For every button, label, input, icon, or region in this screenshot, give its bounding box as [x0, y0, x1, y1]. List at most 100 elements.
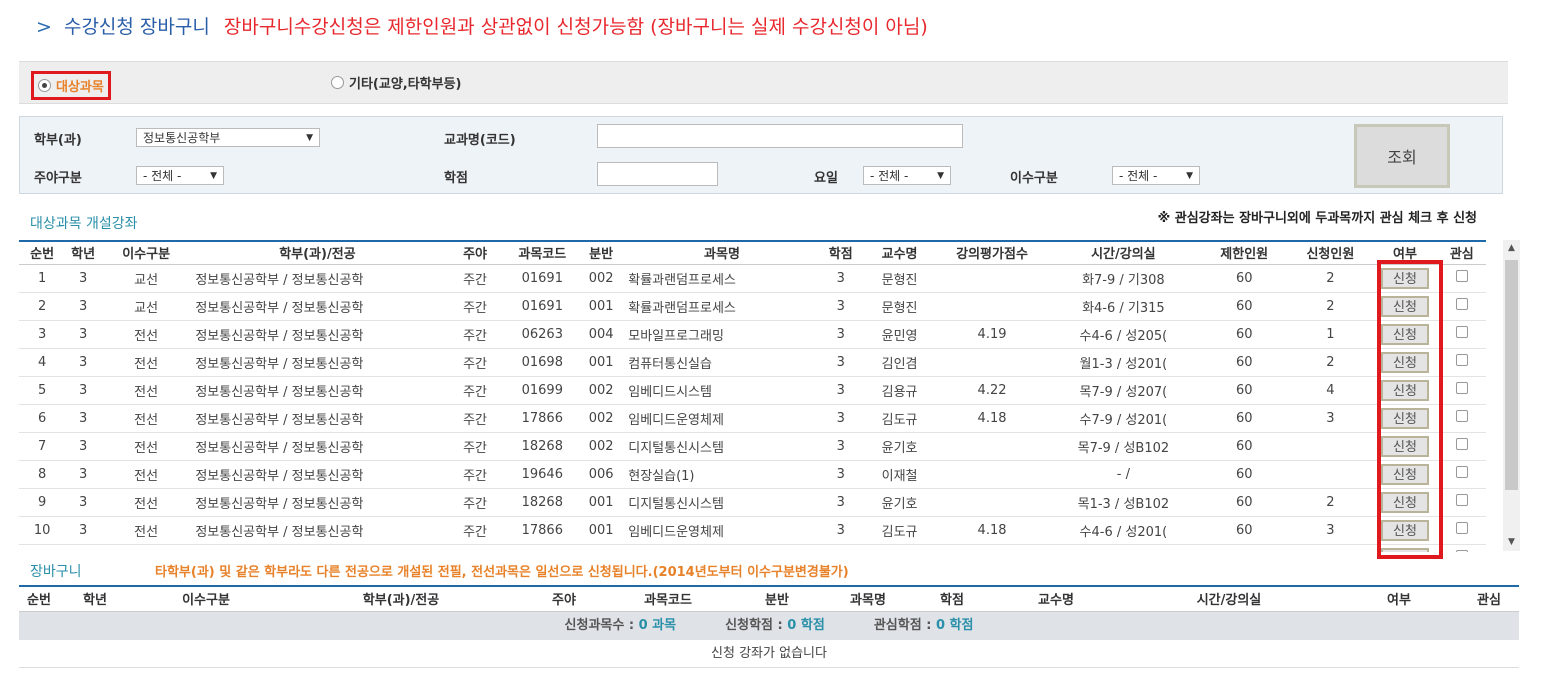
- course-row: 6 3 전선 정보통신공학부 / 정보통신공학 주간 17866 002 임베디드운영체제 3 김…: [19, 404, 1486, 433]
- course-header-cell: 여부: [1372, 242, 1438, 265]
- course-cell: 01691: [506, 264, 579, 293]
- course-header-cell: 교수명: [861, 242, 938, 265]
- course-cell: 004: [578, 320, 625, 349]
- apply-button[interactable]: 신청: [1380, 295, 1429, 317]
- course-cell: 2: [1288, 292, 1373, 321]
- chevron-down-icon: ▼: [1186, 170, 1193, 181]
- course-cell: 3: [819, 460, 862, 489]
- apply-button[interactable]: 신청: [1380, 547, 1429, 552]
- apply-cell: 신청: [1372, 544, 1438, 552]
- course-cell: 김용규: [861, 376, 938, 405]
- interest-checkbox[interactable]: [1455, 382, 1468, 394]
- interest-checkbox[interactable]: [1455, 494, 1468, 506]
- course-cell: [937, 488, 1047, 517]
- course-cell: 모바일프로그래밍: [624, 544, 820, 552]
- interest-cell: [1437, 376, 1486, 405]
- course-cell: 주간: [443, 376, 507, 405]
- dept-select-value: 정보통신공학부: [143, 131, 221, 145]
- course-cell: 2: [1288, 264, 1373, 293]
- course-cell: 4.18: [937, 516, 1047, 545]
- course-cell: 002: [578, 404, 625, 433]
- radio-selected-icon[interactable]: [38, 79, 51, 92]
- course-cell: 01699: [506, 376, 579, 405]
- chevron-right-icon: >: [36, 16, 52, 38]
- chevron-down-icon: ▼: [937, 170, 944, 181]
- course-table: 순번 학년 이수구분 학부(과)/전공 주야 과목코드 분반 과목명 학점 교수명 강의평가점수 시간…: [19, 242, 1486, 552]
- interest-checkbox[interactable]: [1455, 298, 1468, 310]
- course-cell: 60: [1200, 460, 1289, 489]
- page-title: > 수강신청 장바구니 장바구니수강신청은 제한인원과 상관없이 신청가능함 (…: [36, 12, 928, 39]
- apply-button[interactable]: 신청: [1380, 519, 1429, 541]
- course-cell: 목7-9 / 성B102: [1046, 432, 1201, 461]
- apply-cell: 신청: [1372, 488, 1438, 517]
- cart-grid: 순번 학년 이수구분 학부(과)/전공 주야 과목코드 분반 과목명 학점 교수명 시간/강의실 여부…: [19, 585, 1519, 668]
- course-header-cell: 학부(과)/전공: [191, 242, 444, 265]
- scroll-down-icon[interactable]: ▼: [1503, 534, 1520, 551]
- course-cell: 주간: [443, 320, 507, 349]
- course-grid: 순번 학년 이수구분 학부(과)/전공 주야 과목코드 분반 과목명 학점 교수명 강의평가점수 시간…: [19, 240, 1486, 552]
- interest-checkbox[interactable]: [1455, 466, 1468, 478]
- course-cell: 주간: [443, 404, 507, 433]
- course-name-input[interactable]: [597, 124, 963, 148]
- cart-header-cell: 학부(과)/전공: [281, 587, 521, 612]
- course-cell: 3: [65, 432, 101, 461]
- apply-count-label: 신청과목수 :: [564, 617, 635, 633]
- interest-checkbox[interactable]: [1455, 550, 1468, 552]
- apply-button[interactable]: 신청: [1380, 323, 1429, 345]
- course-row: 2 3 교선 정보통신공학부 / 정보통신공학 주간 01691 001 확률과랜덤프로세스 3…: [19, 292, 1486, 321]
- day-select[interactable]: - 전체 - ▼: [863, 166, 951, 185]
- interest-checkbox[interactable]: [1455, 410, 1468, 422]
- search-button[interactable]: 조회: [1354, 124, 1450, 188]
- apply-button[interactable]: 신청: [1380, 435, 1429, 457]
- course-cell: 3: [819, 404, 862, 433]
- course-cell: 3: [65, 348, 101, 377]
- course-cell: 4.18: [937, 404, 1047, 433]
- interest-checkbox[interactable]: [1455, 270, 1468, 282]
- chevron-down-icon: ▼: [306, 132, 313, 143]
- course-header-cell: 주야: [443, 242, 507, 265]
- apply-cell: 신청: [1372, 516, 1438, 545]
- course-cell: 01691: [506, 292, 579, 321]
- interest-checkbox[interactable]: [1455, 354, 1468, 366]
- scroll-thumb[interactable]: [1505, 260, 1518, 490]
- apply-button[interactable]: 신청: [1380, 267, 1429, 289]
- daynight-select[interactable]: - 전체 - ▼: [136, 166, 224, 185]
- course-cell: 001: [578, 292, 625, 321]
- cart-header-cell: 시간/강의실: [1119, 587, 1339, 612]
- radio-target-courses[interactable]: 대상과목: [31, 71, 111, 100]
- apply-button[interactable]: 신청: [1380, 491, 1429, 513]
- course-cell: 2: [1288, 348, 1373, 377]
- apply-button[interactable]: 신청: [1380, 407, 1429, 429]
- radio-other-courses[interactable]: 기타(교양,타학부등): [331, 73, 462, 92]
- apply-button[interactable]: 신청: [1380, 351, 1429, 373]
- course-cell: 정보통신공학부 / 정보통신공학: [191, 264, 444, 293]
- interest-checkbox[interactable]: [1455, 438, 1468, 450]
- course-cell: 주간: [443, 488, 507, 517]
- course-cell: 60: [1200, 544, 1289, 552]
- interest-cell: [1437, 264, 1486, 293]
- scroll-up-icon[interactable]: ▲: [1503, 240, 1520, 257]
- interest-note: ※ 관심강좌는 장바구니외에 두과목까지 관심 체크 후 신청: [1157, 211, 1477, 226]
- course-cell: 전선: [100, 488, 192, 517]
- course-cell: 4.22: [937, 376, 1047, 405]
- radio-unselected-icon[interactable]: [331, 76, 344, 89]
- interest-checkbox[interactable]: [1455, 522, 1468, 534]
- apply-cell: 신청: [1372, 460, 1438, 489]
- course-type-select[interactable]: - 전체 - ▼: [1112, 166, 1200, 185]
- course-list-scrollbar[interactable]: ▲ ▼: [1503, 240, 1520, 551]
- interest-checkbox[interactable]: [1455, 326, 1468, 338]
- dept-select[interactable]: 정보통신공학부 ▼: [136, 128, 320, 147]
- apply-credit-label: 신청학점 :: [725, 617, 783, 633]
- course-cell: 윤민영: [861, 320, 938, 349]
- course-cell: 김도규: [861, 404, 938, 433]
- course-cell: 2: [19, 292, 66, 321]
- interest-cell: [1437, 488, 1486, 517]
- cart-table-header: 순번 학년 이수구분 학부(과)/전공 주야 과목코드 분반 과목명 학점 교수명 시간/강의실 여부…: [19, 587, 1519, 612]
- course-cell: 19646: [506, 460, 579, 489]
- apply-button[interactable]: 신청: [1380, 379, 1429, 401]
- apply-button[interactable]: 신청: [1380, 463, 1429, 485]
- course-row: 10 3 전선 정보통신공학부 / 정보통신공학 주간 17866 001 임베디드운영체제 3…: [19, 516, 1486, 545]
- cart-summary: 신청과목수 : 0 과목 신청학점 : 0 학점 관심학점 : 0 학점: [19, 611, 1519, 640]
- credit-input[interactable]: [597, 162, 718, 186]
- course-header-cell: 제한인원: [1200, 242, 1289, 265]
